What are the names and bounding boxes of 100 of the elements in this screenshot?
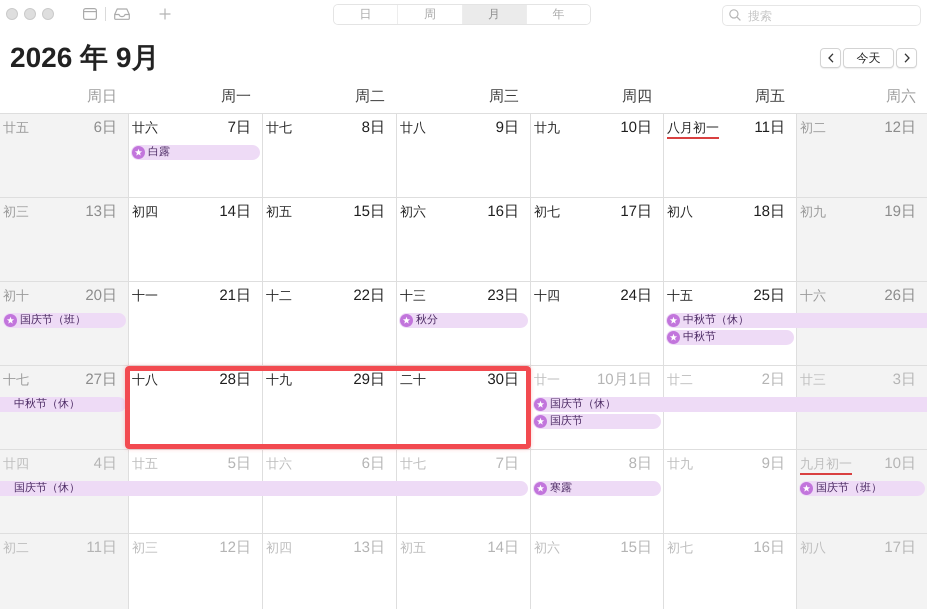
event-bar[interactable]: 国庆节（班）: [3, 313, 126, 328]
event-bar[interactable]: 国庆节（休）: [0, 481, 528, 496]
date-number: 21日: [219, 287, 251, 305]
date-number: 22日: [353, 287, 385, 305]
window-zoom-button[interactable]: [42, 8, 54, 20]
date-number: 2日: [762, 371, 785, 389]
search-icon: [729, 8, 741, 20]
event-bar[interactable]: 秋分: [399, 313, 528, 328]
star-icon: [534, 398, 547, 411]
date-number: 20日: [85, 287, 117, 305]
date-number: 18日: [753, 203, 785, 221]
date-number: 7日: [228, 119, 251, 137]
lunar-date: 十三: [400, 287, 426, 304]
lunar-date: 十五: [667, 287, 693, 304]
lunar-date: 廿二: [667, 371, 693, 388]
lunar-date: 初三: [132, 539, 158, 556]
date-number: 29日: [353, 371, 385, 389]
lunar-date: 初六: [534, 539, 560, 556]
date-number: 12日: [884, 119, 916, 137]
event-bar[interactable]: 国庆节（休）: [533, 397, 927, 412]
chevron-right-icon: [904, 53, 910, 63]
lunar-date: 十九: [266, 371, 292, 388]
date-number: 17日: [884, 539, 916, 557]
date-number: 25日: [753, 287, 785, 305]
star-icon: [132, 146, 145, 159]
date-number: 17日: [620, 203, 652, 221]
date-number: 19日: [884, 203, 916, 221]
search-field[interactable]: 搜索: [722, 5, 921, 26]
lunar-date: 廿七: [266, 119, 292, 136]
lunar-date: 初三: [3, 203, 29, 220]
event-bar[interactable]: 中秋节: [666, 330, 794, 345]
date-number: 7日: [496, 455, 519, 473]
lunar-date: 十六: [800, 287, 826, 304]
date-number: 3日: [892, 371, 916, 389]
date-number: 16日: [753, 539, 785, 557]
event-bar[interactable]: 中秋节（休）: [0, 397, 126, 412]
date-number: 5日: [228, 455, 251, 473]
star-icon: [400, 314, 413, 327]
chevron-left-icon: [828, 53, 834, 63]
star-icon: [534, 482, 547, 495]
star-icon: [534, 415, 547, 428]
date-number: 15日: [620, 539, 652, 557]
weekday-label: 周日: [87, 88, 118, 106]
inbox-icon[interactable]: [114, 8, 130, 20]
today-button[interactable]: 今天: [843, 48, 894, 68]
lunar-date: 初六: [400, 203, 426, 220]
star-icon: [800, 482, 813, 495]
event-bar[interactable]: 国庆节（班）: [799, 481, 925, 496]
date-number: 14日: [219, 203, 251, 221]
lunar-date: 廿八: [400, 119, 426, 136]
date-number: 10日: [620, 119, 652, 137]
lunar-date: 十七: [3, 371, 29, 388]
weekday-label: 周三: [489, 88, 520, 106]
lunar-date: 廿九: [667, 455, 693, 472]
lunar-date: 十八: [132, 371, 158, 388]
lunar-date: 廿五: [3, 119, 29, 136]
date-number: 9日: [762, 455, 785, 473]
date-number: 13日: [85, 203, 117, 221]
previous-button[interactable]: [820, 48, 841, 68]
date-number: 30日: [487, 371, 519, 389]
weekday-label: 周六: [886, 88, 917, 106]
lunar-date: 初十: [3, 287, 29, 304]
date-number: 12日: [219, 539, 251, 557]
lunar-date: 二十: [400, 371, 426, 388]
event-bar[interactable]: 中秋节（休）: [666, 313, 927, 328]
date-number: 24日: [620, 287, 652, 305]
date-number: 4日: [94, 455, 117, 473]
date-number: 15日: [353, 203, 385, 221]
weekday-label: 周二: [355, 88, 386, 106]
lunar-date: 初九: [800, 203, 826, 220]
event-bar[interactable]: 国庆节: [533, 414, 661, 429]
calendar-icon[interactable]: [83, 8, 97, 20]
lunar-date: 廿一: [534, 371, 560, 388]
lunar-date: 廿九: [534, 119, 560, 136]
lunar-date: 十一: [132, 287, 158, 304]
lunar-date: 十二: [266, 287, 292, 304]
lunar-date: 初八: [667, 203, 693, 220]
date-number: 8日: [628, 455, 652, 473]
window-minimize-button[interactable]: [24, 8, 36, 20]
lunar-date: 初二: [800, 119, 826, 136]
date-number: 14日: [487, 539, 519, 557]
date-number: 10日: [884, 455, 916, 473]
weekday-label: 周五: [755, 88, 786, 106]
plus-icon[interactable]: [159, 8, 171, 20]
lunar-date: 初五: [400, 539, 426, 556]
lunar-date: 廿六: [266, 455, 292, 472]
date-number: 8日: [362, 119, 385, 137]
lunar-date: 初五: [266, 203, 292, 220]
lunar-date: 廿七: [400, 455, 426, 472]
star-icon: [667, 314, 680, 327]
next-button[interactable]: [896, 48, 917, 68]
date-number: 13日: [353, 539, 385, 557]
event-bar[interactable]: 白露: [131, 145, 260, 160]
month-title: 2026 年 9月: [10, 41, 160, 75]
date-number: 10月1日: [596, 371, 652, 389]
date-number: 9日: [496, 119, 519, 137]
event-bar[interactable]: 寒露: [533, 481, 661, 496]
window-close-button[interactable]: [6, 8, 18, 20]
star-icon: [667, 331, 680, 344]
date-number: 11日: [86, 539, 117, 557]
